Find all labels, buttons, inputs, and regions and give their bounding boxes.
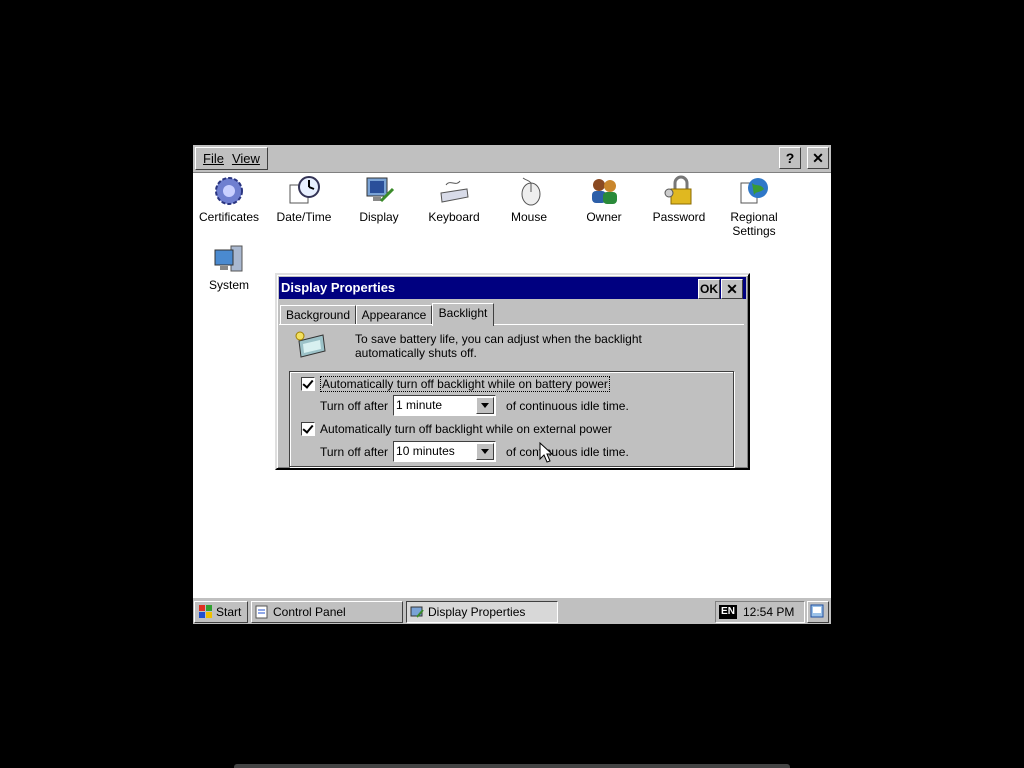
icon-password[interactable]: Password [641,175,717,224]
windows-logo-icon [199,605,212,618]
icon-date-time[interactable]: Date/Time [266,175,342,224]
task-control-panel[interactable]: Control Panel [251,601,403,623]
external-row: Automatically turn off backlight while o… [301,422,612,436]
icon-label: Password [652,210,706,224]
task-display-properties[interactable]: Display Properties [406,601,558,623]
icon-keyboard[interactable]: Keyboard [416,175,492,224]
dialog-titlebar: Display Properties OK ✕ [279,277,746,299]
owner-icon [588,175,620,207]
control-panel-icon [255,605,268,619]
icon-certificates[interactable]: Certificates [193,175,267,224]
tab-panel-backlight: To save battery life, you can adjust whe… [279,324,744,467]
icon-label: Date/Time [276,210,332,224]
chevron-down-icon[interactable] [476,397,495,414]
clock[interactable]: 12:54 PM [743,602,794,622]
icon-mouse[interactable]: Mouse [491,175,567,224]
regional-settings-icon [738,175,770,207]
icon-label: Certificates [198,210,260,224]
battery-turn-off-label: Turn off after [320,398,389,413]
battery-label[interactable]: Automatically turn off backlight while o… [320,376,610,392]
chevron-down-icon[interactable] [476,443,495,460]
display-properties-dialog: Display Properties OK ✕ Background Appea… [275,273,750,470]
icon-label: Keyboard [428,210,480,224]
icon-regional-settings[interactable]: Regional Settings [716,175,792,238]
battery-row: Automatically turn off backlight while o… [301,376,610,392]
backlight-icon [293,329,327,362]
start-button[interactable]: Start [194,601,248,623]
external-timeout-select[interactable]: 10 minutes [393,441,497,462]
info-text: To save battery life, you can adjust whe… [355,332,685,360]
icon-label: Mouse [510,210,548,224]
task-label: Control Panel [273,605,346,619]
taskbar: Start Control Panel Display Properties E… [193,597,831,624]
ok-button[interactable]: OK [698,279,720,299]
external-timeout-row: Turn off after 10 minutes of continuous … [320,441,629,462]
icon-label: Owner [586,210,622,224]
info-line-1: To save battery life, you can adjust whe… [355,332,642,346]
mouse-icon [513,175,545,207]
dialog-title: Display Properties [281,280,396,295]
tab-appearance[interactable]: Appearance [356,305,432,324]
ce-screen: File View ? ✕ Certificates Date/Time Dis… [193,145,831,624]
input-language-indicator[interactable]: EN [719,605,737,619]
date-time-icon [288,175,320,207]
external-checkbox[interactable] [301,422,315,436]
battery-suffix: of continuous idle time. [506,398,629,413]
backlight-group: Automatically turn off backlight while o… [289,371,734,467]
tab-background[interactable]: Background [280,305,356,324]
close-button[interactable]: ✕ [807,147,829,169]
battery-timeout-value: 1 minute [396,398,443,412]
menu-view-label: View [231,151,260,166]
keyboard-icon [438,175,470,207]
control-panel-menubar: File View ? ✕ [193,145,831,173]
icon-label: Regional Settings [730,210,778,238]
menu-file[interactable]: File [199,151,228,166]
external-label[interactable]: Automatically turn off backlight while o… [320,422,612,436]
external-suffix: of continuous idle time. [506,444,629,459]
battery-timeout-row: Turn off after 1 minute of continuous id… [320,395,629,416]
icon-label: Display [359,210,399,224]
start-label: Start [216,605,242,619]
menu-file-label: File [203,151,224,166]
battery-timeout-select[interactable]: 1 minute [393,395,497,416]
icon-owner[interactable]: Owner [566,175,642,224]
certificates-icon [213,175,245,207]
system-tray: EN 12:54 PM [715,601,805,623]
menu-group: File View [195,147,268,170]
mouse-pointer-icon [539,442,553,463]
show-desktop-button[interactable] [807,601,829,623]
external-turn-off-label: Turn off after [320,444,389,459]
display-properties-icon [410,606,424,618]
system-icon [213,243,245,275]
task-label: Display Properties [428,605,526,619]
icon-label: System [208,278,249,292]
icon-system[interactable]: System [193,243,267,292]
desktop-icon [810,604,824,618]
password-icon [663,175,695,207]
icon-display[interactable]: Display [341,175,417,224]
external-timeout-value: 10 minutes [396,444,455,458]
menu-view[interactable]: View [228,151,264,166]
display-icon [363,175,395,207]
dialog-close-button[interactable]: ✕ [721,279,743,299]
info-line-2: automatically shuts off. [355,346,477,360]
battery-checkbox[interactable] [301,377,315,391]
help-button[interactable]: ? [779,147,801,169]
tab-backlight[interactable]: Backlight [432,303,494,326]
bottom-edge-bar [234,764,790,768]
